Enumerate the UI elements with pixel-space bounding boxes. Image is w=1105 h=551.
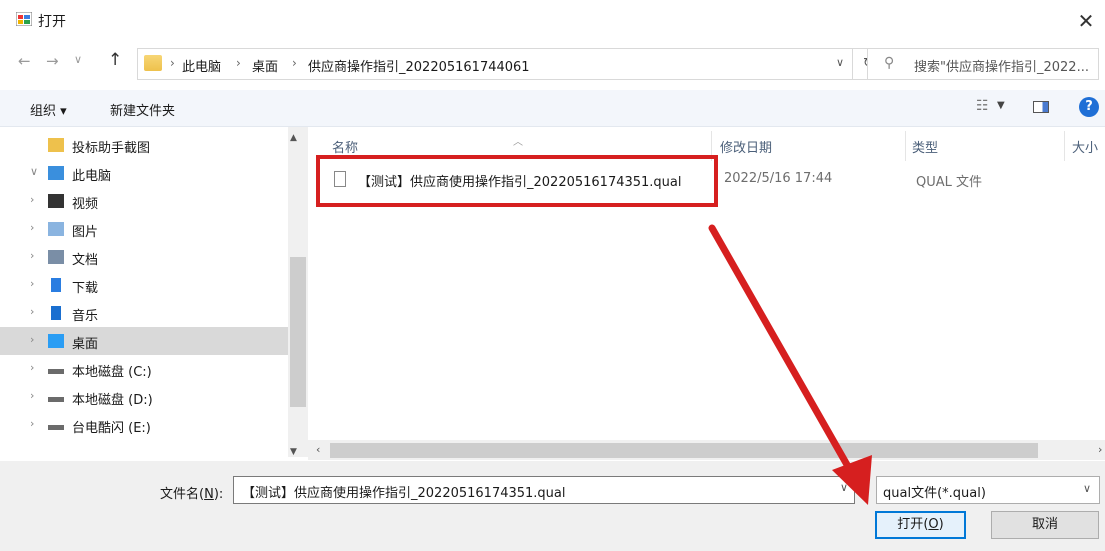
sidebar-item-label: 桌面 (72, 337, 99, 352)
scroll-right-arrow-icon[interactable]: › (1098, 443, 1102, 456)
chevron-down-icon: ∨ (1082, 482, 1091, 495)
column-header-size[interactable]: 大小 (1072, 137, 1098, 156)
column-divider[interactable] (905, 131, 906, 161)
filename-label: 文件名(N): (160, 487, 224, 502)
computer-icon (48, 166, 64, 180)
command-bar: 组织 ▾ 新建文件夹 ☷ ▼ ? (0, 90, 1105, 127)
column-header-type[interactable]: 类型 (912, 137, 938, 156)
sidebar-item-4[interactable]: › 文档 (0, 243, 288, 271)
breadcrumb-separator: › (170, 56, 175, 70)
expand-chevron-icon[interactable]: › (30, 277, 34, 290)
video-icon (48, 194, 64, 208)
recent-locations-chevron-icon[interactable]: ∨ (74, 53, 82, 66)
close-button[interactable]: ✕ (1071, 6, 1101, 36)
help-icon[interactable]: ? (1079, 97, 1099, 117)
sort-caret-icon: ︿ (513, 137, 523, 148)
navigation-pane: 投标助手截图 ∨ 此电脑 › 视频 › 图片 › 文档 › 下载 › 音乐 › 桌面 › 本地磁盘 (C:) › 本… (0, 127, 308, 457)
breadcrumb-current-folder[interactable]: 供应商操作指引_202205161744061 (308, 56, 530, 75)
annotation-highlight-box (316, 155, 718, 207)
sidebar-item-6[interactable]: › 音乐 (0, 299, 288, 327)
title-bar: 打开 ✕ (0, 0, 1105, 42)
column-divider[interactable] (1064, 131, 1065, 161)
column-header-date[interactable]: 修改日期 (720, 137, 772, 156)
sidebar-item-3[interactable]: › 图片 (0, 215, 288, 243)
sidebar-item-label: 下载 (72, 281, 99, 296)
scroll-up-arrow-icon[interactable]: ▲ (290, 133, 297, 143)
view-options-icon[interactable]: ☷ (976, 98, 989, 114)
expand-chevron-icon[interactable]: ∨ (30, 165, 38, 178)
filename-input[interactable]: 【测试】供应商使用操作指引_20220516174351.qual (233, 476, 855, 504)
sidebar-item-10[interactable]: › 台电酷闪 (E:) (0, 411, 288, 439)
sidebar-item-label: 图片 (72, 225, 99, 240)
window-title: 打开 (38, 14, 66, 30)
documents-icon (48, 250, 64, 264)
file-modified-date: 2022/5/16 17:44 (724, 171, 833, 186)
up-arrow-icon[interactable]: ↑ (108, 50, 122, 70)
breadcrumb-separator: › (292, 56, 297, 70)
expand-chevron-icon[interactable]: › (30, 361, 34, 374)
folder-icon (48, 138, 64, 152)
sidebar-item-1[interactable]: ∨ 此电脑 (0, 159, 288, 187)
organize-button[interactable]: 组织 ▾ (30, 100, 67, 119)
sidebar-item-label: 文档 (72, 253, 99, 268)
download-icon (51, 278, 61, 292)
address-dropdown-chevron-icon[interactable]: ∨ (836, 56, 844, 69)
nav-scrollbar-thumb[interactable] (290, 257, 306, 407)
expand-chevron-icon[interactable]: › (30, 333, 34, 346)
breadcrumb-desktop[interactable]: 桌面 (252, 56, 278, 75)
cancel-button[interactable]: 取消 (991, 511, 1099, 539)
sidebar-item-label: 本地磁盘 (D:) (72, 393, 153, 408)
breadcrumb-this-pc[interactable]: 此电脑 (182, 56, 221, 75)
file-type-filter-select[interactable]: qual文件(*.qual) ∨ (876, 476, 1100, 504)
sidebar-item-9[interactable]: › 本地磁盘 (D:) (0, 383, 288, 411)
expand-chevron-icon[interactable]: › (30, 389, 34, 402)
open-button[interactable]: 打开(O) (875, 511, 966, 539)
file-type-filter-value: qual文件(*.qual) (883, 486, 986, 501)
search-input[interactable]: ⚲ 搜索"供应商操作指引_2022... (867, 48, 1099, 80)
forward-arrow-icon[interactable]: → (46, 52, 59, 70)
app-icon (15, 11, 33, 27)
expand-chevron-icon[interactable]: › (30, 221, 34, 234)
file-type: QUAL 文件 (916, 175, 983, 190)
sidebar-item-label: 视频 (72, 197, 99, 212)
breadcrumb-separator: › (236, 56, 241, 70)
scroll-left-arrow-icon[interactable]: ‹ (316, 443, 320, 456)
sidebar-item-label: 投标助手截图 (72, 141, 151, 156)
pictures-icon (48, 222, 64, 236)
column-header-name[interactable]: 名称 (332, 137, 358, 156)
back-arrow-icon[interactable]: ← (18, 52, 31, 70)
drive-icon (48, 425, 64, 430)
filename-value: 【测试】供应商使用操作指引_20220516174351.qual (242, 486, 566, 501)
sidebar-item-5[interactable]: › 下载 (0, 271, 288, 299)
view-dropdown-caret-icon[interactable]: ▼ (997, 100, 1005, 111)
address-bar[interactable]: › 此电脑 › 桌面 › 供应商操作指引_202205161744061 ∨ (137, 48, 853, 80)
preview-pane-icon[interactable] (1033, 101, 1049, 113)
horizontal-scrollbar-thumb[interactable] (330, 443, 1038, 458)
sidebar-item-0[interactable]: 投标助手截图 (0, 131, 288, 159)
expand-chevron-icon[interactable]: › (30, 249, 34, 262)
sidebar-item-label: 音乐 (72, 309, 99, 324)
desktop-icon (48, 334, 64, 348)
expand-chevron-icon[interactable]: › (30, 193, 34, 206)
sidebar-item-label: 本地磁盘 (C:) (72, 365, 152, 380)
sidebar-item-7[interactable]: › 桌面 (0, 327, 288, 355)
expand-chevron-icon[interactable]: › (30, 417, 34, 430)
music-icon (51, 306, 61, 320)
scroll-down-arrow-icon[interactable]: ▼ (290, 447, 297, 457)
drive-icon (48, 397, 64, 402)
drive-icon (48, 369, 64, 374)
search-icon: ⚲ (884, 55, 895, 71)
sidebar-item-label: 此电脑 (72, 169, 112, 184)
search-placeholder: 搜索"供应商操作指引_2022... (914, 60, 1089, 75)
expand-chevron-icon[interactable]: › (30, 305, 34, 318)
filename-dropdown-chevron-icon[interactable]: ∨ (840, 481, 848, 494)
sidebar-item-label: 台电酷闪 (E:) (72, 421, 151, 436)
new-folder-button[interactable]: 新建文件夹 (110, 100, 175, 119)
sidebar-item-2[interactable]: › 视频 (0, 187, 288, 215)
sidebar-item-8[interactable]: › 本地磁盘 (C:) (0, 355, 288, 383)
folder-icon (144, 55, 162, 71)
